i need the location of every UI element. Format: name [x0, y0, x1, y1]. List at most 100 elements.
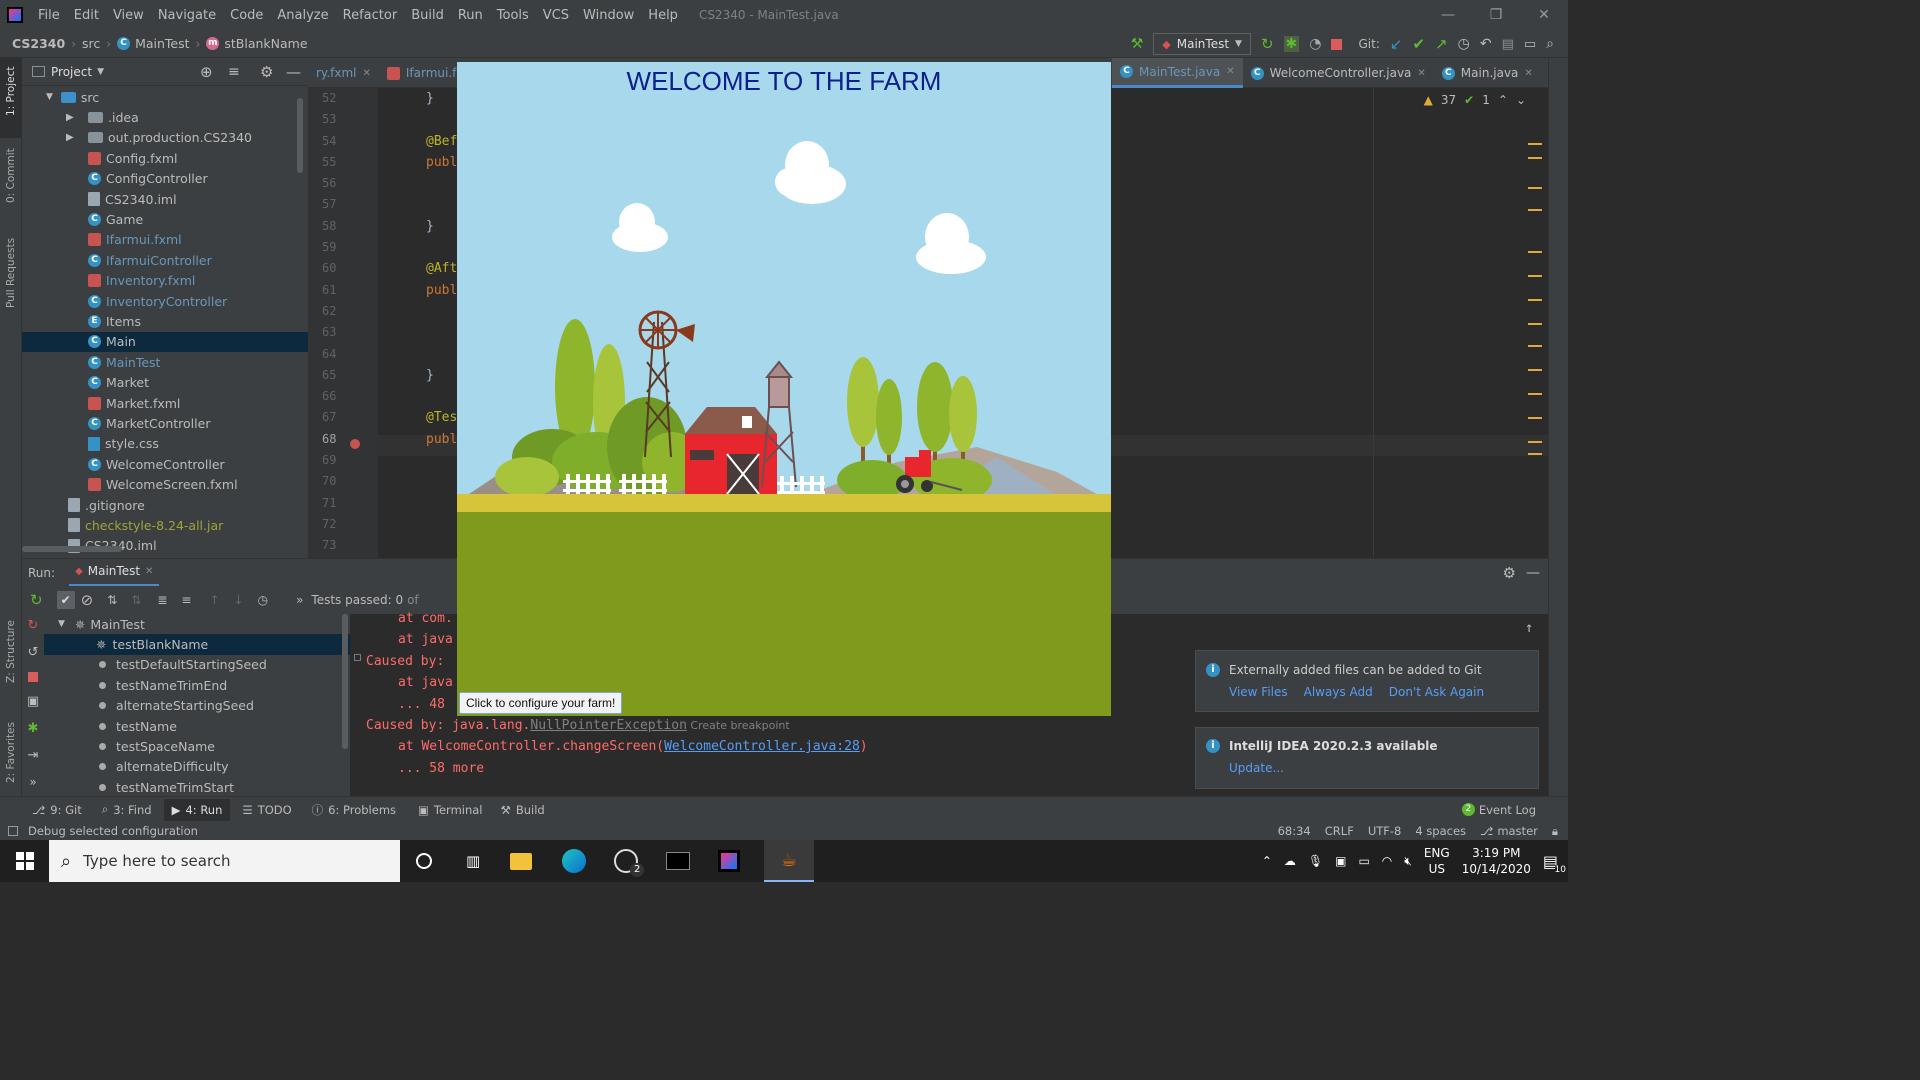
tree-item[interactable]: CS2340.iml: [22, 189, 308, 209]
toolwin-todo[interactable]: ☰ TODO: [242, 803, 291, 817]
tab-inventory-fxml[interactable]: ry.fxml ✕: [308, 58, 379, 88]
caret-position[interactable]: 68:34: [1278, 824, 1311, 838]
wifi-icon[interactable]: ◠: [1382, 854, 1392, 868]
source-link[interactable]: WelcomeController.java:28: [664, 739, 860, 754]
menu-vcs[interactable]: VCS: [543, 8, 569, 23]
sort-alpha-icon[interactable]: ⇅: [107, 593, 117, 607]
breadcrumb-method[interactable]: stBlankName: [224, 36, 307, 51]
windows-start-icon[interactable]: [16, 852, 34, 870]
rerun-icon[interactable]: ↻: [30, 591, 43, 609]
dont-ask-again-link[interactable]: Don't Ask Again: [1389, 685, 1484, 699]
run-config-select[interactable]: ◆ MainTest ▼: [1153, 33, 1251, 55]
project-structure-icon[interactable]: ▤: [1502, 37, 1514, 52]
breadcrumb-class[interactable]: MainTest: [135, 36, 189, 51]
more-icon[interactable]: »: [29, 775, 36, 789]
stripe-favorites[interactable]: 2: Favorites: [5, 722, 17, 783]
collapse-all-icon[interactable]: ≡: [228, 64, 240, 80]
test-item[interactable]: testNameTrimEnd: [44, 675, 350, 695]
onedrive-cloud-icon[interactable]: ☁: [1284, 854, 1296, 868]
stripe-commit[interactable]: 0: Commit: [5, 148, 17, 203]
tree-item[interactable]: style.css: [22, 434, 308, 454]
toolwin-git[interactable]: ⎇ 9: Git: [32, 803, 82, 817]
next-failed-icon[interactable]: ↓: [234, 593, 244, 607]
exit-icon[interactable]: ⇥: [28, 748, 39, 763]
language-indicator[interactable]: ENG US: [1424, 845, 1450, 877]
menu-tools[interactable]: Tools: [497, 8, 529, 23]
menu-analyze[interactable]: Analyze: [277, 8, 328, 23]
locate-icon[interactable]: ⊕: [200, 63, 213, 81]
close-icon[interactable]: ✕: [1417, 68, 1425, 79]
project-view-title[interactable]: Project: [51, 65, 92, 79]
git-update-icon[interactable]: ↙: [1390, 35, 1403, 53]
git-branch-widget[interactable]: ⎇ master: [1480, 824, 1538, 838]
hide-icon[interactable]: —: [1526, 565, 1540, 581]
stripe-pull-requests[interactable]: Pull Requests: [5, 238, 17, 308]
test-suite-maintest[interactable]: ▼ ✵ MainTest: [44, 614, 350, 634]
camera-icon[interactable]: ▣: [27, 694, 39, 709]
microphone-icon[interactable]: 🎙︎: [1308, 854, 1323, 868]
toolwin-build[interactable]: ⚒ Build: [501, 803, 545, 817]
menu-navigate[interactable]: Navigate: [158, 8, 216, 23]
tree-item[interactable]: C MarketController: [22, 413, 308, 433]
menu-window[interactable]: Window: [583, 8, 634, 23]
tree-item[interactable]: ▶ out.production.CS2340: [22, 128, 308, 148]
gear-icon[interactable]: ⚙: [260, 63, 273, 81]
rerun-icon[interactable]: ↻: [1261, 35, 1274, 53]
status-toggle-icon[interactable]: [8, 826, 18, 836]
history-icon[interactable]: ◷: [258, 593, 268, 607]
tree-item[interactable]: C Market: [22, 372, 308, 392]
test-item[interactable]: testDefaultStartingSeed: [44, 655, 350, 675]
restore-layout-icon[interactable]: ✱: [28, 721, 39, 736]
test-item[interactable]: ✵ testBlankName: [44, 634, 350, 655]
test-item[interactable]: testSpaceName: [44, 736, 350, 756]
test-item[interactable]: testName: [44, 716, 350, 736]
minimize-button[interactable]: —: [1424, 0, 1472, 30]
gear-icon[interactable]: ⚙: [1503, 564, 1516, 582]
close-icon[interactable]: ✕: [1524, 68, 1532, 79]
error-stripe[interactable]: [1528, 143, 1542, 543]
inspection-widget[interactable]: ▲ 37 ✔ 1 ⌃ ⌄: [1424, 93, 1526, 107]
close-window-button[interactable]: ✕: [1520, 0, 1568, 30]
menu-run[interactable]: Run: [458, 8, 483, 23]
stop-icon[interactable]: [1331, 38, 1343, 50]
task-view-icon[interactable]: ▥: [466, 852, 480, 870]
breakpoint-icon[interactable]: [350, 439, 360, 449]
file-explorer-icon[interactable]: [510, 852, 533, 870]
chevron-down-icon[interactable]: ▼: [97, 67, 104, 77]
rerun-failed-icon[interactable]: ↻: [28, 618, 39, 633]
close-icon[interactable]: ✕: [363, 68, 371, 79]
taskbar-search-box[interactable]: ⌕ Type here to search: [49, 840, 400, 882]
lock-icon[interactable]: 🔒︎: [1552, 824, 1558, 839]
mute-speaker-icon[interactable]: 🔇︎: [1404, 854, 1412, 869]
menu-help[interactable]: Help: [648, 8, 678, 23]
action-center-icon[interactable]: ▤ 10: [1543, 852, 1566, 875]
terminal-app-icon[interactable]: [666, 852, 691, 870]
toggle-auto-test-icon[interactable]: ↺: [28, 645, 39, 660]
tree-item[interactable]: E Items: [22, 311, 308, 331]
exception-link[interactable]: NullPointerException: [530, 718, 687, 733]
toolwin-run[interactable]: ▶ 4: Run: [163, 798, 231, 821]
history-icon[interactable]: ◷: [1458, 36, 1470, 52]
more-icon[interactable]: »: [296, 593, 303, 607]
close-icon[interactable]: ✕: [1226, 66, 1234, 77]
breadcrumb-project[interactable]: CS2340: [12, 36, 65, 51]
tree-item[interactable]: C ConfigController: [22, 169, 308, 189]
tree-item[interactable]: C Game: [22, 209, 308, 229]
sort-duration-icon[interactable]: ⇅: [131, 593, 141, 607]
tree-item[interactable]: .gitignore: [22, 495, 308, 515]
tab-main-java[interactable]: C Main.java ✕: [1434, 58, 1541, 88]
tab-maintest-java[interactable]: C MainTest.java ✕: [1112, 58, 1243, 88]
file-encoding[interactable]: UTF-8: [1368, 824, 1402, 838]
battery-icon[interactable]: ▭: [1358, 854, 1369, 868]
show-ignored-icon[interactable]: ⊘: [81, 591, 94, 609]
test-item[interactable]: alternateDifficulty: [44, 757, 350, 777]
tree-item[interactable]: checkstyle-8.24-all.jar: [22, 515, 308, 535]
toolwin-problems[interactable]: ⓘ 6: Problems: [312, 802, 396, 818]
git-push-icon[interactable]: ↗: [1435, 35, 1448, 53]
line-separator[interactable]: CRLF: [1325, 824, 1354, 838]
always-add-link[interactable]: Always Add: [1304, 685, 1373, 699]
obs-app-icon[interactable]: 2: [614, 849, 645, 877]
update-link[interactable]: Update...: [1229, 761, 1284, 775]
rollback-icon[interactable]: ↶: [1480, 36, 1492, 52]
test-item[interactable]: testNameTrimStart: [44, 777, 350, 797]
